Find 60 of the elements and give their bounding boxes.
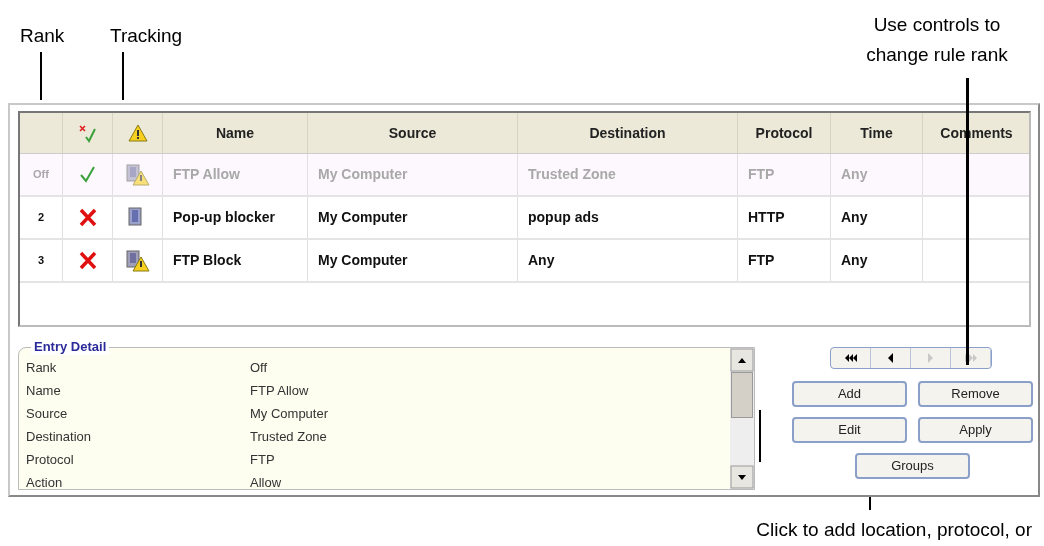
callout-label: Rank xyxy=(20,24,65,48)
table-cell-text: Any xyxy=(528,251,555,270)
field-value: Off xyxy=(250,358,268,377)
column-header[interactable]: Protocol xyxy=(738,113,831,153)
column-header[interactable]: Time xyxy=(831,113,923,153)
table-cell-text: My Computer xyxy=(318,208,408,227)
column-header[interactable]: Destination xyxy=(518,113,738,153)
rank-text: 2 xyxy=(37,210,45,226)
field-label: Protocol xyxy=(26,450,75,469)
table-cell-text: FTP Allow xyxy=(173,165,240,184)
field-value: FTP xyxy=(250,450,275,469)
table-cell-text: FTP xyxy=(748,165,775,184)
table-cell-text: FTP Block xyxy=(173,251,242,270)
rule-row[interactable]: 2 Pop-up blocker My Computer popup ads HTTP Any xyxy=(20,197,1029,240)
leader-line xyxy=(40,52,42,100)
warning-icon xyxy=(127,124,148,142)
leader-line xyxy=(759,410,761,462)
next-icon xyxy=(928,353,933,363)
table-cell-text: Trusted Zone xyxy=(528,165,616,184)
group-title: Entry Detail xyxy=(31,339,110,355)
scroll-up-icon xyxy=(730,348,754,372)
table-cell-text: Pop-up blocker xyxy=(173,208,275,227)
first-icon xyxy=(843,352,858,364)
previous-icon xyxy=(888,353,893,363)
table-cell-text: My Computer xyxy=(318,251,408,270)
table-cell-text: Any xyxy=(841,165,868,184)
leader-line xyxy=(122,52,124,100)
action-button[interactable]: Add xyxy=(792,381,907,407)
last-icon xyxy=(963,352,978,364)
scroll-thumb[interactable] xyxy=(731,372,753,418)
action-button[interactable]: Edit xyxy=(792,417,907,443)
action-button[interactable]: Remove xyxy=(918,381,1033,407)
field-label: Name xyxy=(26,381,62,400)
callout-label: Use controls to change rule rank xyxy=(865,13,1009,67)
column-header[interactable]: Name xyxy=(163,113,308,153)
action-button[interactable]: Apply xyxy=(918,417,1033,443)
table-cell-text: FTP xyxy=(748,251,775,270)
scroll-down-icon xyxy=(730,465,754,489)
table-cell-text: HTTP xyxy=(748,208,785,227)
rule-row[interactable]: 3 FTP Block My Computer Any FTP Any xyxy=(20,240,1029,283)
field-label: Rank xyxy=(26,358,58,377)
field-label: Action xyxy=(26,473,64,487)
rank-text: 3 xyxy=(37,253,45,269)
column-header[interactable]: Source xyxy=(308,113,518,153)
field-value: My Computer xyxy=(250,404,329,423)
callout-label: Tracking xyxy=(110,24,183,48)
field-value: Allow xyxy=(250,473,282,487)
scrollbar[interactable] xyxy=(730,348,754,489)
table-cell-text: Any xyxy=(841,251,868,270)
rank-text: Off xyxy=(33,167,49,183)
table-cell-text: Any xyxy=(841,208,868,227)
field-value: FTP Allow xyxy=(250,381,309,400)
action-button[interactable]: Groups xyxy=(855,453,970,479)
table-cell-text: My Computer xyxy=(318,165,408,184)
field-label: Source xyxy=(26,404,69,423)
allow-block-icon xyxy=(77,123,98,143)
field-value: Trusted Zone xyxy=(250,427,327,446)
field-label: Destination xyxy=(26,427,93,446)
callout-label: Click to add location, protocol, or xyxy=(755,518,1032,542)
table-cell-text: popup ads xyxy=(528,208,599,227)
